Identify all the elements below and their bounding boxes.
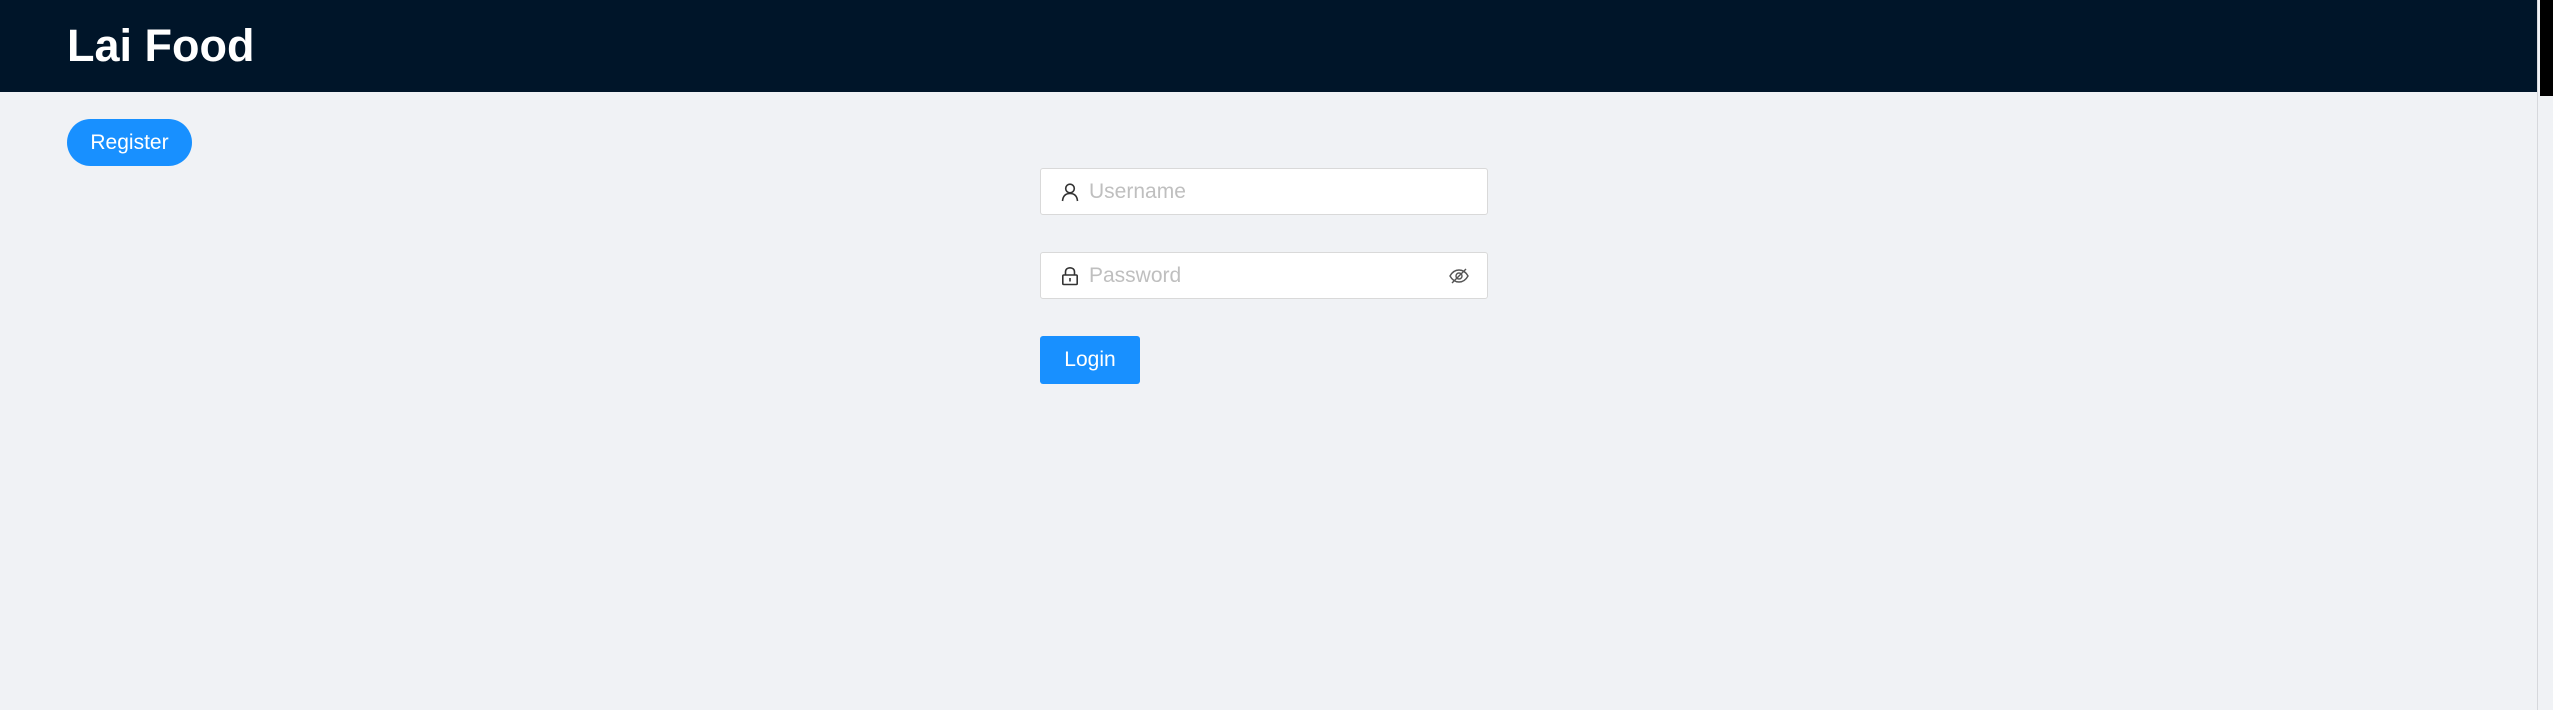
scrollbar-thumb[interactable] <box>2540 0 2553 96</box>
password-input[interactable] <box>1089 255 1447 296</box>
login-button[interactable]: Login <box>1040 336 1140 384</box>
app-root: Lai Food Register Login <box>0 0 2537 710</box>
eye-invisible-icon[interactable] <box>1447 264 1471 288</box>
username-field[interactable] <box>1040 168 1488 215</box>
register-button[interactable]: Register <box>67 119 192 166</box>
lock-icon <box>1059 265 1081 287</box>
password-field[interactable] <box>1040 252 1488 299</box>
username-input[interactable] <box>1089 171 1487 212</box>
top-header: Lai Food <box>0 0 2537 92</box>
app-title: Lai Food <box>67 20 255 71</box>
user-icon <box>1059 181 1081 203</box>
vertical-scrollbar[interactable] <box>2537 0 2553 710</box>
